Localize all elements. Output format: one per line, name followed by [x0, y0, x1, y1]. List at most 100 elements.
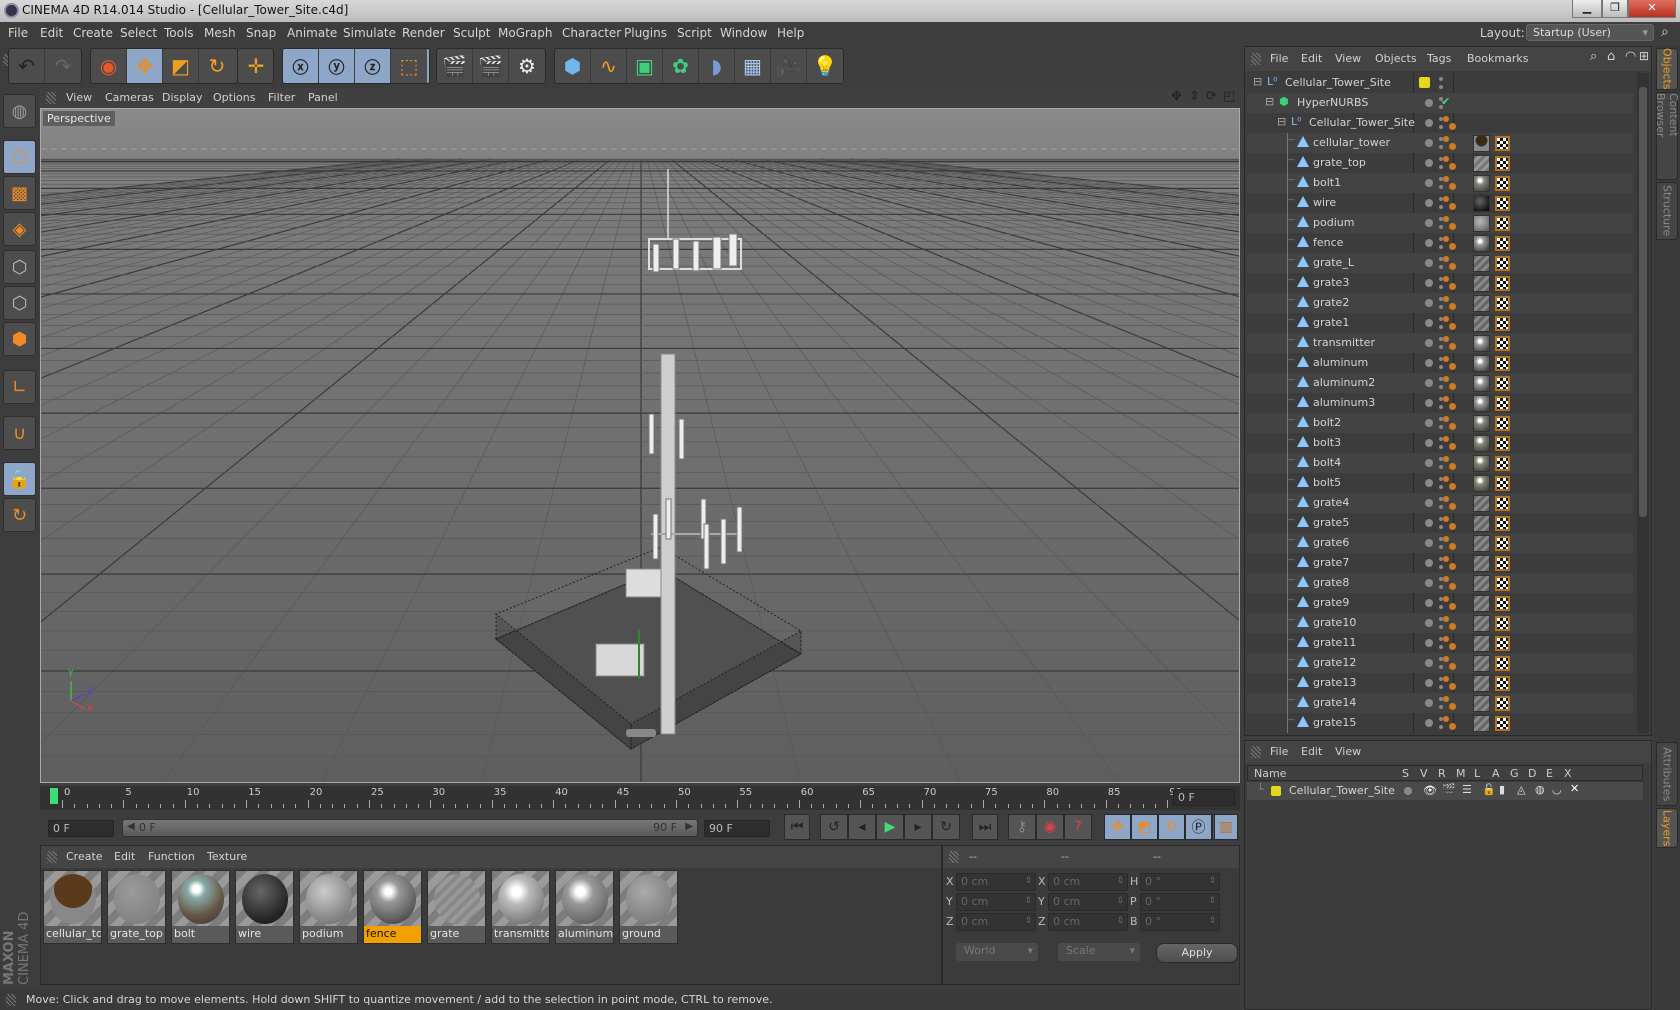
material-tag-icon[interactable] — [1473, 375, 1490, 392]
expand-toggle-icon[interactable]: ⊟ — [1277, 115, 1286, 128]
stepper-icon[interactable]: ⇕ — [1208, 876, 1216, 886]
phong-tag-icon[interactable] — [1449, 383, 1456, 390]
object-name[interactable]: aluminum2 — [1313, 376, 1375, 389]
phong-tag-icon[interactable] — [1443, 636, 1449, 642]
generators-toggle-icon[interactable]: ◬ — [1517, 783, 1525, 796]
phong-tag-icon[interactable] — [1449, 703, 1456, 710]
render-picture-viewer-icon[interactable]: 🎬 — [473, 49, 509, 83]
next-frame-button[interactable]: ▸ — [904, 814, 932, 840]
scrollbar-thumb[interactable] — [1639, 87, 1647, 517]
planar-workplane-icon[interactable]: ↻ — [3, 498, 36, 532]
menu-snap[interactable]: Snap — [246, 26, 276, 40]
material-tag-icon[interactable] — [1473, 195, 1490, 212]
phong-tag-icon[interactable] — [1449, 443, 1456, 450]
phong-tag-icon[interactable] — [1449, 183, 1456, 190]
range-left-arrow-icon[interactable]: ◀ — [127, 821, 135, 832]
rotate-view-icon[interactable]: ⟳ — [1206, 89, 1217, 104]
undo-icon[interactable]: ↶ — [9, 49, 45, 83]
stepper-icon[interactable]: ⇕ — [1024, 916, 1032, 926]
workplane-mode-icon[interactable]: ◈ — [3, 212, 36, 246]
object-row[interactable]: — cellular_tower — [1247, 133, 1633, 153]
material-menu-texture[interactable]: Texture — [207, 850, 247, 863]
material-tag-icon[interactable] — [1473, 155, 1490, 172]
phong-tag-icon[interactable] — [1449, 563, 1456, 570]
object-row[interactable]: — grate9 — [1247, 593, 1633, 613]
spline-icon[interactable]: ∿ — [591, 49, 627, 83]
object-name[interactable]: aluminum3 — [1313, 396, 1375, 409]
phong-tag-icon[interactable] — [1449, 423, 1456, 430]
polygons-mode-icon[interactable]: ⬢ — [3, 322, 36, 356]
object-name[interactable]: bolt3 — [1313, 436, 1341, 449]
material-menu-create[interactable]: Create — [66, 850, 103, 863]
phong-tag-icon[interactable] — [1443, 276, 1449, 282]
material-tag-icon[interactable] — [1473, 315, 1490, 332]
render-visibility-dot[interactable] — [1439, 645, 1443, 649]
layer-column-header[interactable]: S — [1402, 767, 1409, 780]
render-visibility-dot[interactable] — [1439, 205, 1443, 209]
phong-tag-icon[interactable] — [1449, 503, 1456, 510]
phong-tag-icon[interactable] — [1443, 496, 1449, 502]
coordinate-system-icon[interactable]: ⬚ — [391, 49, 427, 83]
layer-row[interactable]: └ Cellular_Tower_Site 👁 🎬 ☰ 🔓 ▮ ◬ ◍ ◡ ✕ — [1247, 782, 1643, 800]
cube-primitive-icon[interactable]: ⬢ — [555, 49, 591, 83]
material-tag-icon[interactable] — [1473, 295, 1490, 312]
uvw-tag-icon[interactable] — [1495, 376, 1510, 391]
viewport-menu-filter[interactable]: Filter — [268, 91, 295, 104]
phong-tag-icon[interactable] — [1443, 596, 1449, 602]
scale-icon[interactable]: ◩ — [163, 49, 199, 83]
menu-file[interactable]: File — [8, 26, 28, 40]
last-tool-icon[interactable]: ✛ — [238, 49, 274, 83]
uvw-tag-icon[interactable] — [1495, 536, 1510, 551]
object-row[interactable]: — bolt1 — [1247, 173, 1633, 193]
phong-tag-icon[interactable] — [1443, 656, 1449, 662]
object-row[interactable]: — grate3 — [1247, 273, 1633, 293]
object-name[interactable]: bolt5 — [1313, 476, 1341, 489]
viewport-menu-cameras[interactable]: Cameras — [105, 91, 154, 104]
objmgr-menu-edit[interactable]: Edit — [1301, 52, 1322, 65]
render-visibility-dot[interactable] — [1439, 245, 1443, 249]
material-swatch[interactable]: ground — [619, 870, 678, 944]
uvw-tag-icon[interactable] — [1495, 276, 1510, 291]
phong-tag-icon[interactable] — [1443, 416, 1449, 422]
editor-visibility-dot[interactable] — [1425, 219, 1433, 227]
record-active-objects-button[interactable]: ⚷ — [1008, 814, 1036, 840]
object-row[interactable]: — aluminum — [1247, 353, 1633, 373]
object-name[interactable]: grate4 — [1313, 496, 1349, 509]
object-row[interactable]: ⊟ ⬢ HyperNURBS ✔ — [1247, 93, 1633, 113]
uvw-tag-icon[interactable] — [1495, 436, 1510, 451]
make-editable-icon[interactable]: ◍ — [3, 94, 36, 128]
record-scale-button[interactable]: ◩ — [1131, 814, 1158, 840]
close-button[interactable]: ✕ — [1628, 0, 1676, 18]
object-row[interactable]: — aluminum2 — [1247, 373, 1633, 393]
material-tag-icon[interactable] — [1473, 615, 1490, 632]
zoom-view-icon[interactable]: ⇕ — [1189, 89, 1200, 104]
object-row[interactable]: — grate8 — [1247, 573, 1633, 593]
material-swatch[interactable]: bolt — [171, 870, 230, 944]
stepper-icon[interactable]: ⇕ — [1116, 916, 1124, 926]
uvw-tag-icon[interactable] — [1495, 576, 1510, 591]
solo-toggle[interactable] — [1404, 787, 1412, 795]
object-row[interactable]: ⊟ L⁰ Cellular_Tower_Site — [1247, 113, 1633, 133]
render-visibility-dot[interactable] — [1439, 365, 1443, 369]
manager-toggle-icon[interactable]: ☰ — [1462, 783, 1472, 796]
timeline-window-button[interactable]: ▥ — [1214, 814, 1238, 840]
render-visibility-dot[interactable] — [1439, 445, 1443, 449]
layer-menu-view[interactable]: View — [1335, 745, 1361, 758]
layer-grip[interactable] — [1251, 746, 1261, 758]
phong-tag-icon[interactable] — [1443, 316, 1449, 322]
stepper-icon[interactable]: ⇕ — [1208, 896, 1216, 906]
phong-tag-icon[interactable] — [1449, 623, 1456, 630]
object-row[interactable]: — bolt5 — [1247, 473, 1633, 493]
layer-column-header[interactable]: E — [1546, 767, 1553, 780]
render-visibility-dot[interactable] — [1439, 265, 1443, 269]
phong-tag-icon[interactable] — [1449, 683, 1456, 690]
uvw-tag-icon[interactable] — [1495, 556, 1510, 571]
editor-visibility-dot[interactable] — [1425, 319, 1433, 327]
object-name[interactable]: Cellular_Tower_Site — [1285, 76, 1391, 89]
object-name[interactable]: grate14 — [1313, 696, 1356, 709]
material-swatch[interactable]: fence — [363, 870, 422, 944]
editor-visibility-dot[interactable] — [1425, 339, 1433, 347]
layer-color-swatch[interactable] — [1419, 77, 1430, 88]
tab-structure[interactable]: Structure — [1656, 182, 1678, 240]
render-visibility-dot[interactable] — [1439, 725, 1443, 729]
